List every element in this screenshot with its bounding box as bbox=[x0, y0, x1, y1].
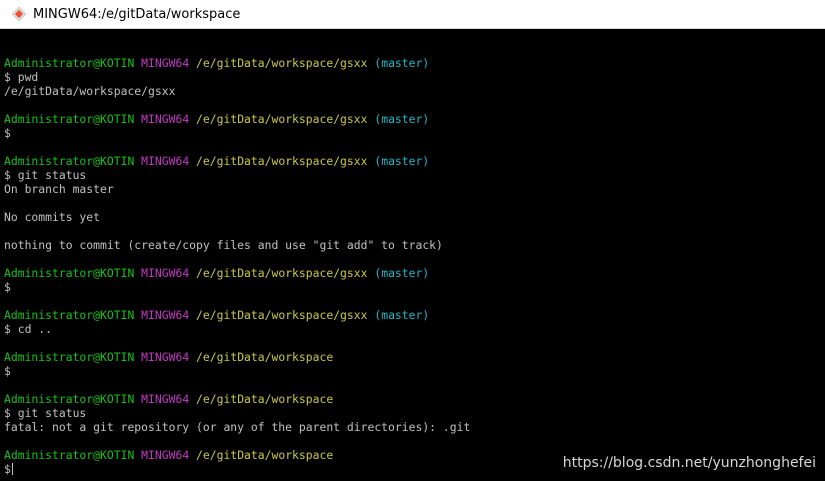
terminal-line: No commits yet bbox=[4, 210, 825, 224]
terminal-area[interactable]: Administrator@KOTIN MINGW64 /e/gitData/w… bbox=[0, 29, 825, 481]
watermark-text: https://blog.csdn.net/yunzhonghefei bbox=[562, 455, 816, 471]
prompt-path: /e/gitData/workspace/gsxx bbox=[196, 154, 368, 168]
prompt-branch: (master) bbox=[374, 154, 430, 168]
terminal-line: $ pwd bbox=[4, 70, 825, 84]
terminal-line: Administrator@KOTIN MINGW64 /e/gitData/w… bbox=[4, 392, 825, 406]
terminal-line: Administrator@KOTIN MINGW64 /e/gitData/w… bbox=[4, 350, 825, 364]
line-text: $ bbox=[4, 364, 11, 378]
line-text: $ bbox=[4, 126, 11, 140]
line-text: $ pwd bbox=[4, 70, 39, 84]
prompt-path: /e/gitData/workspace/gsxx bbox=[196, 308, 368, 322]
terminal-window: MINGW64:/e/gitData/workspace Administrat… bbox=[0, 0, 825, 481]
line-text: On branch master bbox=[4, 182, 114, 196]
line-text: nothing to commit (create/copy files and… bbox=[4, 238, 443, 252]
terminal-line: $ git status bbox=[4, 168, 825, 182]
terminal-line: nothing to commit (create/copy files and… bbox=[4, 238, 825, 252]
prompt-path: /e/gitData/workspace bbox=[196, 448, 334, 462]
git-diamond-icon bbox=[11, 6, 27, 22]
line-text: $ git status bbox=[4, 168, 87, 182]
prompt-user: Administrator@KOTIN bbox=[4, 112, 135, 126]
prompt-system: MINGW64 bbox=[141, 350, 190, 364]
prompt-user: Administrator@KOTIN bbox=[4, 308, 135, 322]
terminal-output: Administrator@KOTIN MINGW64 /e/gitData/w… bbox=[0, 29, 825, 476]
prompt-system: MINGW64 bbox=[141, 308, 190, 322]
prompt-system: MINGW64 bbox=[141, 56, 190, 70]
prompt-user: Administrator@KOTIN bbox=[4, 392, 135, 406]
terminal-line: Administrator@KOTIN MINGW64 /e/gitData/w… bbox=[4, 56, 825, 70]
terminal-line: fatal: not a git repository (or any of t… bbox=[4, 420, 825, 434]
prompt-path: /e/gitData/workspace/gsxx bbox=[196, 266, 368, 280]
terminal-line: /e/gitData/workspace/gsxx bbox=[4, 84, 825, 98]
prompt-branch: (master) bbox=[374, 308, 430, 322]
prompt-system: MINGW64 bbox=[141, 448, 190, 462]
prompt-system: MINGW64 bbox=[141, 154, 190, 168]
line-text: No commits yet bbox=[4, 210, 101, 224]
prompt-path: /e/gitData/workspace bbox=[196, 392, 334, 406]
prompt-path: /e/gitData/workspace/gsxx bbox=[196, 56, 368, 70]
prompt-user: Administrator@KOTIN bbox=[4, 154, 135, 168]
line-text: /e/gitData/workspace/gsxx bbox=[4, 84, 176, 98]
prompt-system: MINGW64 bbox=[141, 392, 190, 406]
terminal-line: Administrator@KOTIN MINGW64 /e/gitData/w… bbox=[4, 266, 825, 280]
line-text: $ cd .. bbox=[4, 322, 53, 336]
terminal-line: $ bbox=[4, 364, 825, 378]
prompt-system: MINGW64 bbox=[141, 112, 190, 126]
line-text: $ bbox=[4, 280, 11, 294]
terminal-line: $ git status bbox=[4, 406, 825, 420]
terminal-line: Administrator@KOTIN MINGW64 /e/gitData/w… bbox=[4, 112, 825, 126]
prompt-system: MINGW64 bbox=[141, 266, 190, 280]
window-title: MINGW64:/e/gitData/workspace bbox=[33, 6, 241, 22]
title-bar[interactable]: MINGW64:/e/gitData/workspace bbox=[0, 0, 825, 29]
prompt-path: /e/gitData/workspace bbox=[196, 350, 334, 364]
terminal-line: On branch master bbox=[4, 182, 825, 196]
terminal-line: $ bbox=[4, 280, 825, 294]
terminal-line: $ cd .. bbox=[4, 322, 825, 336]
line-text: $ git status bbox=[4, 406, 87, 420]
prompt-user: Administrator@KOTIN bbox=[4, 56, 135, 70]
prompt-branch: (master) bbox=[374, 56, 430, 70]
terminal-line: Administrator@KOTIN MINGW64 /e/gitData/w… bbox=[4, 308, 825, 322]
prompt-branch: (master) bbox=[374, 266, 430, 280]
prompt-user: Administrator@KOTIN bbox=[4, 448, 135, 462]
prompt-user: Administrator@KOTIN bbox=[4, 266, 135, 280]
line-text: $ bbox=[4, 462, 11, 476]
prompt-path: /e/gitData/workspace/gsxx bbox=[196, 112, 368, 126]
terminal-line: Administrator@KOTIN MINGW64 /e/gitData/w… bbox=[4, 154, 825, 168]
line-text: fatal: not a git repository (or any of t… bbox=[4, 420, 471, 434]
terminal-line: $ bbox=[4, 126, 825, 140]
prompt-user: Administrator@KOTIN bbox=[4, 350, 135, 364]
text-cursor bbox=[11, 463, 13, 475]
prompt-branch: (master) bbox=[374, 112, 430, 126]
